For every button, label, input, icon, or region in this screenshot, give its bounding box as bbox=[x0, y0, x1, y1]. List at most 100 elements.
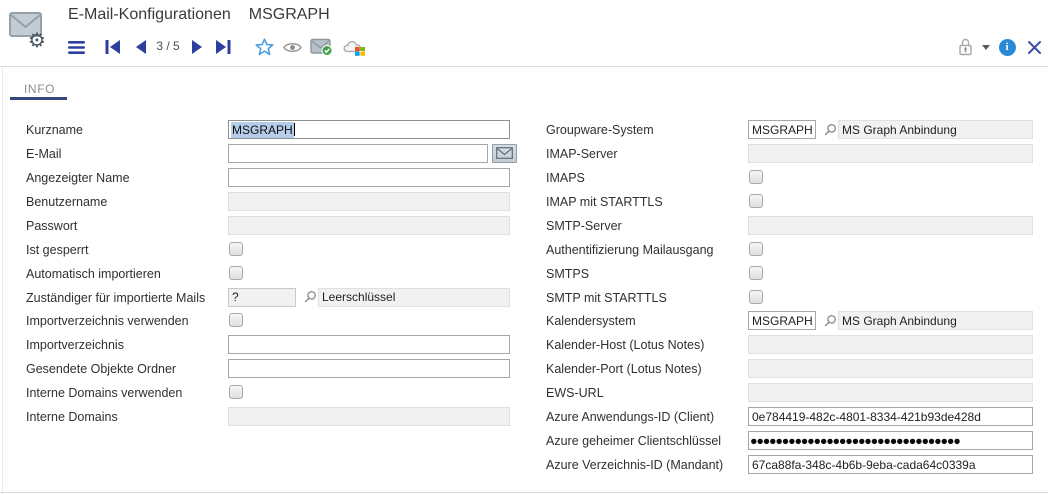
mail-status-button[interactable] bbox=[309, 35, 333, 59]
protection-dropdown[interactable] bbox=[979, 35, 993, 59]
last-record-icon bbox=[216, 40, 231, 54]
form-row-zustaendiger-fuer-importierte-mails: Zuständiger für importierte Mails bbox=[26, 286, 526, 310]
kurzname-input[interactable]: MSGRAPH bbox=[228, 120, 510, 139]
text-cursor bbox=[294, 123, 295, 136]
form-row-interne-domains: Interne Domains bbox=[26, 405, 526, 429]
groupware-system-code-input[interactable] bbox=[748, 120, 816, 139]
azure-anwendungs-id-client-input[interactable] bbox=[748, 407, 1033, 426]
form-row-authentifizierung-mailausgang: Authentifizierung Mailausgang bbox=[546, 238, 1038, 262]
header-separator bbox=[0, 66, 1048, 67]
zustaendiger-fuer-importierte-mails-code-input bbox=[228, 288, 296, 307]
eye-icon bbox=[283, 41, 302, 54]
previous-record-icon bbox=[136, 40, 146, 54]
field-label: Ist gesperrt bbox=[26, 238, 89, 262]
email-settings-app-icon: ⚙ bbox=[8, 10, 52, 54]
tab-info-underline bbox=[10, 97, 67, 100]
record-title: MSGRAPH bbox=[249, 6, 330, 24]
form-row-e-mail: E-Mail bbox=[26, 142, 526, 166]
cloud-services-button[interactable] bbox=[341, 35, 367, 59]
info-button[interactable]: i bbox=[997, 35, 1017, 59]
form-row-smtp-mit-starttls: SMTP mit STARTTLS bbox=[546, 286, 1038, 310]
protection-button[interactable] bbox=[955, 35, 975, 59]
info-icon: i bbox=[999, 39, 1016, 56]
azure-geheimer-clientschluessel-input[interactable] bbox=[748, 431, 1033, 450]
nav-next-button[interactable] bbox=[190, 35, 204, 59]
next-record-icon bbox=[192, 40, 202, 54]
tab-info[interactable]: INFO bbox=[24, 82, 55, 96]
field-label: IMAP mit STARTTLS bbox=[546, 190, 663, 214]
interne-domains-verwenden-checkbox[interactable] bbox=[229, 385, 243, 399]
form-row-imap-mit-starttls: IMAP mit STARTTLS bbox=[546, 190, 1038, 214]
smtp-mit-starttls-checkbox[interactable] bbox=[749, 290, 763, 304]
form-row-smtp-server: SMTP-Server bbox=[546, 214, 1038, 238]
importverzeichnis-input[interactable] bbox=[228, 335, 510, 354]
ews-url-input bbox=[748, 383, 1033, 402]
nav-first-button[interactable] bbox=[103, 35, 121, 59]
field-label: Groupware-System bbox=[546, 118, 654, 142]
mail-check-icon bbox=[310, 38, 333, 56]
field-label: Importverzeichnis bbox=[26, 333, 124, 357]
send-email-button[interactable] bbox=[492, 144, 517, 163]
close-button[interactable] bbox=[1024, 35, 1044, 59]
form-row-kurzname: Kurzname MSGRAPH bbox=[26, 118, 526, 142]
window-bottom-edge bbox=[0, 492, 1048, 493]
envelope-icon bbox=[496, 147, 513, 159]
form-row-ist-gesperrt: Ist gesperrt bbox=[26, 238, 526, 262]
authentifizierung-mailausgang-checkbox[interactable] bbox=[749, 242, 763, 256]
kalendersystem-code-input[interactable] bbox=[748, 311, 816, 330]
field-label: Authentifizierung Mailausgang bbox=[546, 238, 713, 262]
form-row-azure-verzeichnis-id-mandant: Azure Verzeichnis-ID (Mandant) bbox=[546, 453, 1038, 477]
form-row-imap-server: IMAP-Server bbox=[546, 142, 1038, 166]
field-label: Azure Verzeichnis-ID (Mandant) bbox=[546, 453, 723, 477]
e-mail-input[interactable] bbox=[228, 144, 488, 163]
groupware-system-description bbox=[838, 120, 1033, 139]
ist-gesperrt-checkbox[interactable] bbox=[229, 242, 243, 256]
azure-verzeichnis-id-mandant-input[interactable] bbox=[748, 455, 1033, 474]
automatisch-importieren-checkbox[interactable] bbox=[229, 266, 243, 280]
field-label: Azure geheimer Clientschlüssel bbox=[546, 429, 721, 453]
angezeigter-name-input[interactable] bbox=[228, 168, 510, 187]
favorite-button[interactable] bbox=[254, 35, 274, 59]
groupware-system-lookup-button[interactable] bbox=[822, 121, 838, 138]
close-icon bbox=[1027, 40, 1042, 55]
form-row-imaps: IMAPS bbox=[546, 166, 1038, 190]
form-row-ews-url: EWS-URL bbox=[546, 381, 1038, 405]
search-icon bbox=[823, 123, 837, 137]
zustaendiger-fuer-importierte-mails-lookup-button[interactable] bbox=[302, 289, 318, 306]
window-left-edge bbox=[2, 67, 3, 494]
nav-last-button[interactable] bbox=[214, 35, 232, 59]
visibility-button[interactable] bbox=[282, 35, 302, 59]
form-row-angezeigter-name: Angezeigter Name bbox=[26, 166, 526, 190]
gear-icon: ⚙ bbox=[28, 30, 46, 50]
imap-server-input bbox=[748, 144, 1033, 163]
smtps-checkbox[interactable] bbox=[749, 266, 763, 280]
form-row-azure-geheimer-clientschluessel: Azure geheimer Clientschlüssel bbox=[546, 429, 1038, 453]
importverzeichnis-verwenden-checkbox[interactable] bbox=[229, 313, 243, 327]
field-label: SMTPS bbox=[546, 262, 589, 286]
benutzername-input bbox=[228, 192, 510, 211]
field-label: Kalendersystem bbox=[546, 309, 636, 333]
gesendete-objekte-ordner-input[interactable] bbox=[228, 359, 510, 378]
zustaendiger-fuer-importierte-mails-description bbox=[318, 288, 510, 307]
form-column-left: KurznameMSGRAPHE-MailAngezeigter NameBen… bbox=[26, 118, 526, 448]
kalendersystem-lookup-button[interactable] bbox=[822, 312, 838, 329]
form-column-right: Groupware-SystemIMAP-ServerIMAPSIMAP mit… bbox=[546, 118, 1038, 488]
field-label: Kurzname bbox=[26, 118, 83, 142]
field-label: Gesendete Objekte Ordner bbox=[26, 357, 176, 381]
field-label: Kalender-Host (Lotus Notes) bbox=[546, 333, 704, 357]
interne-domains-input bbox=[228, 407, 510, 426]
kalender-port-lotus-notes-input bbox=[748, 359, 1033, 378]
field-label: IMAP-Server bbox=[546, 142, 618, 166]
field-label: IMAPS bbox=[546, 166, 585, 190]
imaps-checkbox[interactable] bbox=[749, 170, 763, 184]
form-row-groupware-system: Groupware-System bbox=[546, 118, 1038, 142]
imap-mit-starttls-checkbox[interactable] bbox=[749, 194, 763, 208]
cloud-services-icon bbox=[342, 38, 366, 56]
field-label: SMTP mit STARTTLS bbox=[546, 286, 667, 310]
menu-button[interactable] bbox=[67, 35, 85, 59]
field-label: Importverzeichnis verwenden bbox=[26, 309, 189, 333]
form-row-importverzeichnis-verwenden: Importverzeichnis verwenden bbox=[26, 309, 526, 333]
nav-previous-button[interactable] bbox=[134, 35, 148, 59]
field-label: Angezeigter Name bbox=[26, 166, 130, 190]
hamburger-icon bbox=[68, 41, 85, 54]
